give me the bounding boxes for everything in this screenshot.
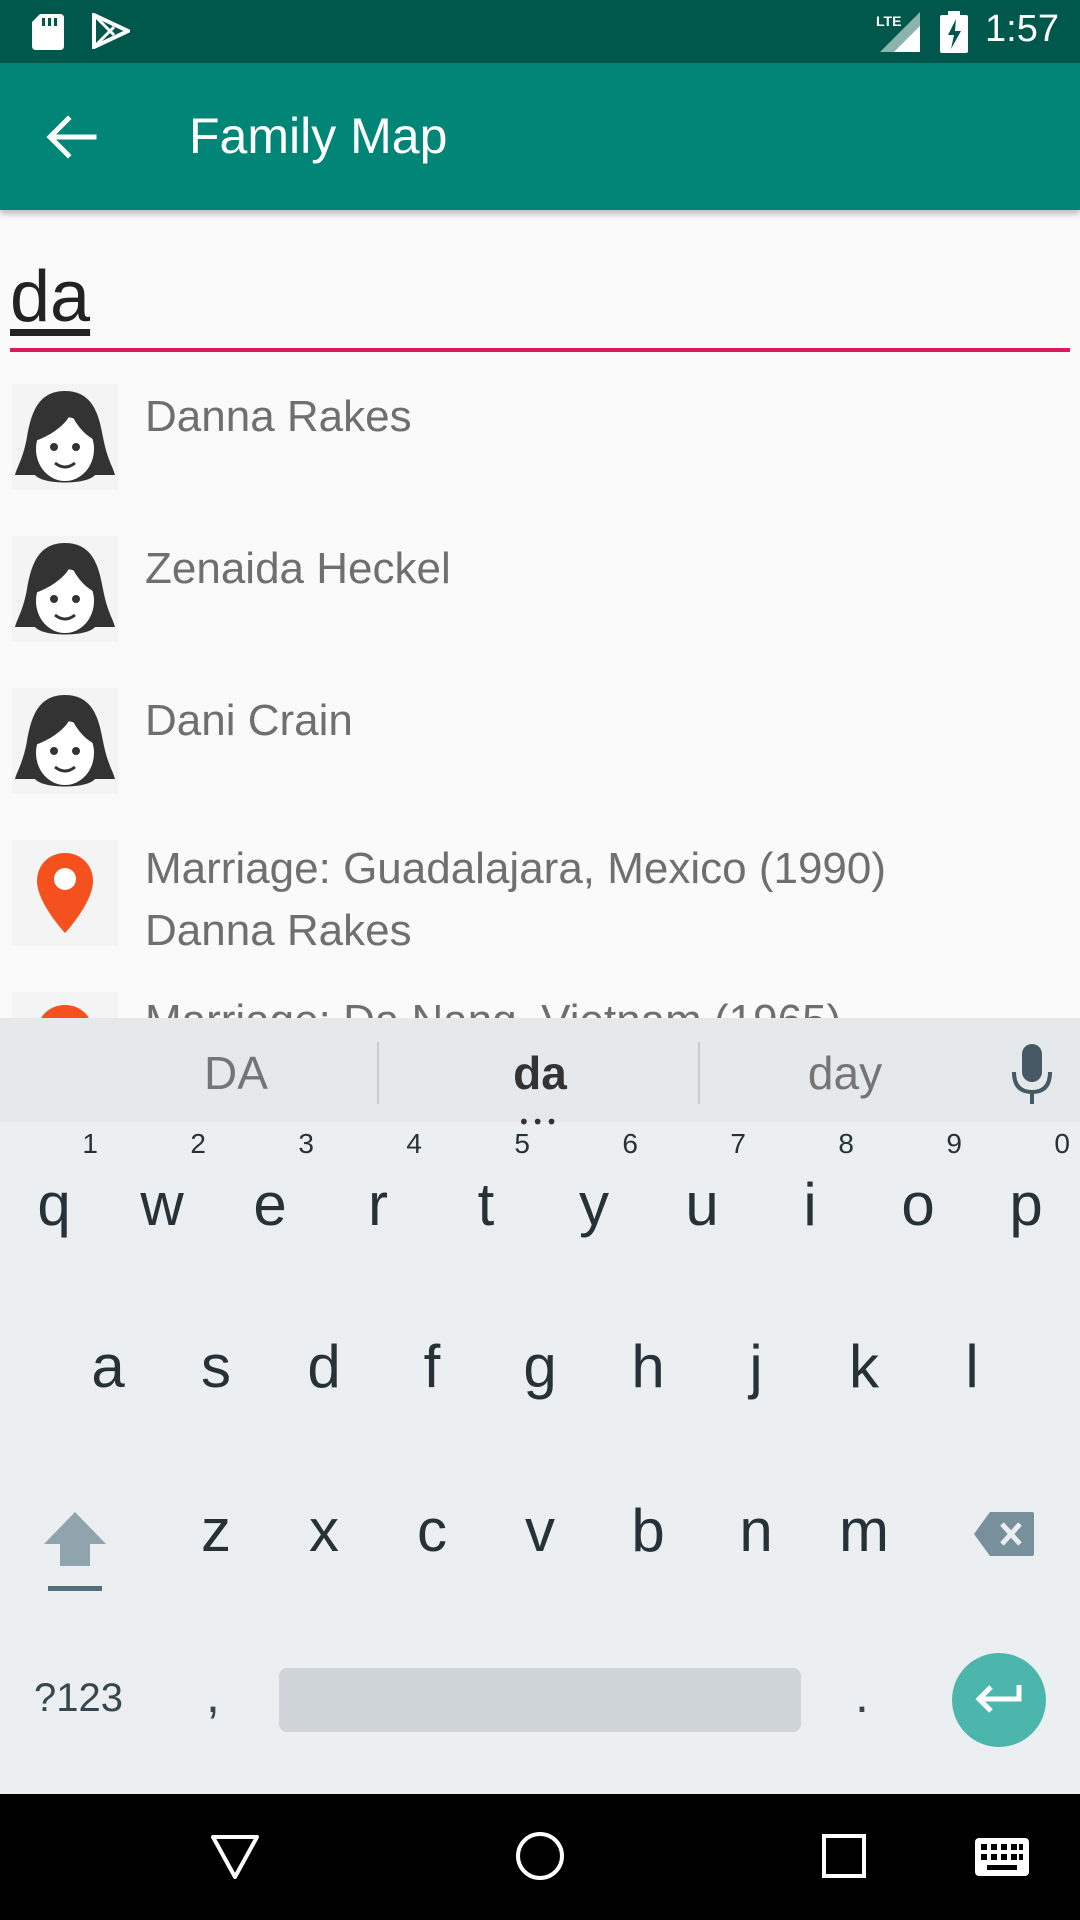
female-person-icon	[12, 384, 118, 490]
space-bar[interactable]	[279, 1668, 801, 1732]
key-s[interactable]: s	[162, 1284, 270, 1434]
key-d[interactable]: d	[270, 1284, 378, 1434]
female-person-icon	[12, 536, 118, 642]
result-line: Danna Rakes	[145, 906, 412, 955]
search-field[interactable]	[10, 244, 1070, 354]
sd-card-icon	[32, 14, 64, 50]
play-store-icon	[92, 13, 130, 49]
key-v[interactable]: v	[486, 1448, 594, 1598]
key-z[interactable]: z	[162, 1448, 270, 1598]
result-line: Danna Rakes	[145, 392, 412, 441]
result-line: Marriage: Da Nang, Vietnam (1965)	[145, 990, 841, 1018]
enter-key[interactable]	[952, 1653, 1046, 1747]
key-r[interactable]: 4r	[324, 1122, 432, 1272]
key-w[interactable]: 2w	[108, 1122, 216, 1272]
key-x[interactable]: x	[270, 1448, 378, 1598]
enter-arrow-icon	[975, 1685, 1022, 1713]
backspace-icon[interactable]	[972, 1510, 1036, 1558]
recents-square-icon[interactable]	[822, 1834, 866, 1878]
key-e[interactable]: 3e	[216, 1122, 324, 1272]
list-item[interactable]: Danna Rakes	[0, 370, 1080, 522]
map-marker-icon	[12, 840, 118, 946]
battery-charging-icon	[940, 11, 968, 53]
key-m[interactable]: m	[810, 1448, 918, 1598]
key-j[interactable]: j	[702, 1284, 810, 1434]
key-b[interactable]: b	[594, 1448, 702, 1598]
list-item[interactable]: Dani Crain	[0, 674, 1080, 826]
search-results-list[interactable]: Danna Rakes Zenaida Heckel Dani Crain Ma…	[0, 370, 1080, 1018]
key-c[interactable]: c	[378, 1448, 486, 1598]
soft-keyboard: DA da ••• day 1q 2w 3e 4r 5t 6y 7u 8i 9o…	[0, 1018, 1080, 1794]
list-item[interactable]: Zenaida Heckel	[0, 522, 1080, 674]
clock: 1:57	[985, 8, 1059, 50]
search-underline	[10, 348, 1070, 352]
key-p[interactable]: 0p	[972, 1122, 1080, 1272]
map-marker-icon	[12, 992, 118, 1018]
suggestion-1[interactable]: DA	[190, 1046, 282, 1100]
suggestion-3[interactable]: day	[790, 1046, 900, 1100]
key-q[interactable]: 1q	[0, 1122, 108, 1272]
key-y[interactable]: 6y	[540, 1122, 648, 1272]
suggestion-strip: DA da ••• day	[0, 1018, 1080, 1134]
shift-icon[interactable]	[40, 1508, 110, 1594]
key-l[interactable]: l	[918, 1284, 1026, 1434]
key-n[interactable]: n	[702, 1448, 810, 1598]
search-input[interactable]	[10, 244, 1070, 350]
period-key[interactable]: .	[855, 1666, 869, 1724]
key-u[interactable]: 7u	[648, 1122, 756, 1272]
comma-key[interactable]: ,	[206, 1666, 220, 1724]
key-a[interactable]: a	[54, 1284, 162, 1434]
symbols-key[interactable]: ?123	[34, 1676, 123, 1721]
suggestion-divider	[377, 1042, 379, 1104]
signal-lte-icon: LTE	[876, 12, 920, 52]
home-circle-icon[interactable]	[515, 1831, 565, 1881]
back-arrow-icon[interactable]	[44, 113, 100, 161]
svg-text:LTE: LTE	[876, 13, 901, 29]
page-title: Family Map	[189, 108, 448, 164]
list-item[interactable]: Marriage: Guadalajara, Mexico (1990) Dan…	[0, 826, 1080, 978]
key-i[interactable]: 8i	[756, 1122, 864, 1272]
key-h[interactable]: h	[594, 1284, 702, 1434]
microphone-icon[interactable]	[1010, 1044, 1054, 1106]
suggestion-2[interactable]: da	[490, 1046, 590, 1100]
female-person-icon	[12, 688, 118, 794]
status-bar: LTE 1:57	[0, 0, 1080, 63]
key-k[interactable]: k	[810, 1284, 918, 1434]
result-line: Dani Crain	[145, 696, 353, 745]
navigation-bar	[0, 1794, 1080, 1920]
result-line: Marriage: Guadalajara, Mexico (1990)	[145, 844, 887, 893]
list-item[interactable]: Marriage: Da Nang, Vietnam (1965)	[0, 978, 1080, 1018]
keyboard-switch-icon[interactable]	[975, 1838, 1029, 1876]
key-t[interactable]: 5t	[432, 1122, 540, 1272]
key-o[interactable]: 9o	[864, 1122, 972, 1272]
key-f[interactable]: f	[378, 1284, 486, 1434]
result-line: Zenaida Heckel	[145, 544, 451, 593]
key-g[interactable]: g	[486, 1284, 594, 1434]
suggestion-divider	[698, 1042, 700, 1104]
app-bar: Family Map	[0, 63, 1080, 210]
back-triangle-icon[interactable]	[210, 1834, 260, 1880]
